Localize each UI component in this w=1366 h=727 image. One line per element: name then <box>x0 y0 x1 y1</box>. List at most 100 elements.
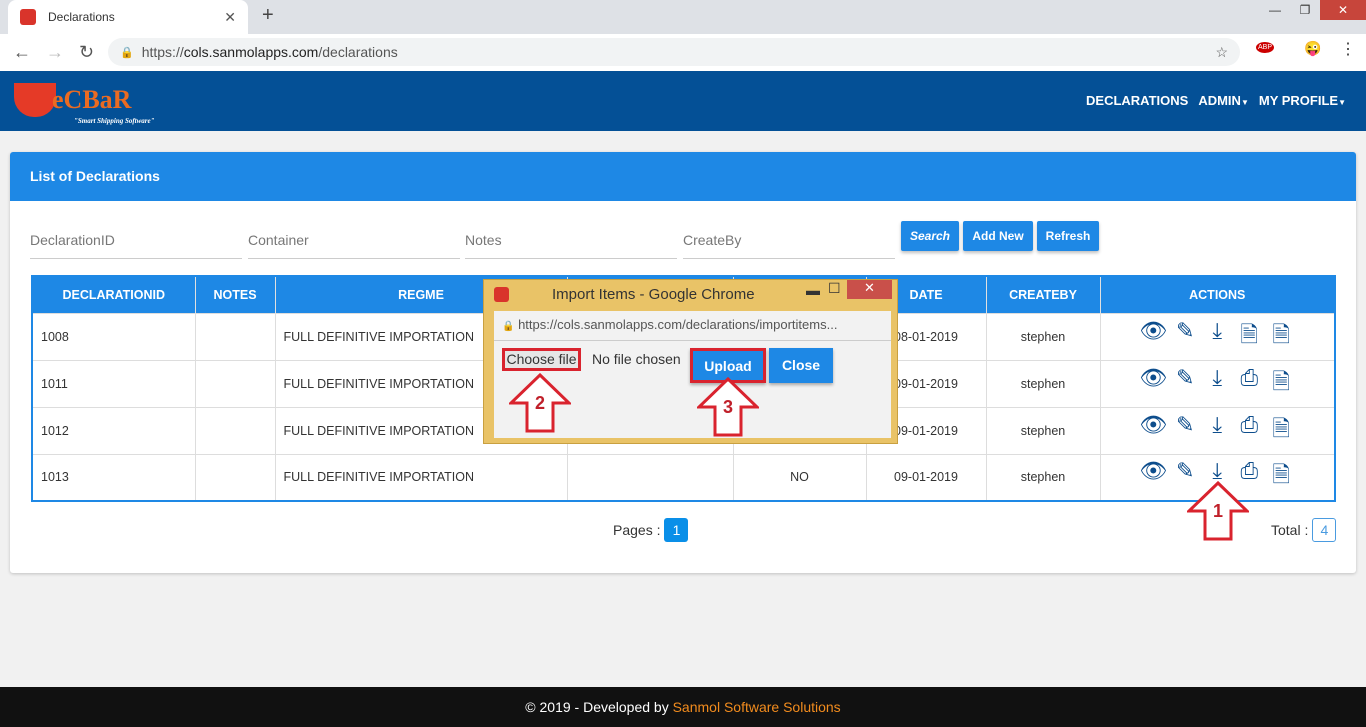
ship-logo-icon <box>14 83 56 117</box>
container-filter[interactable]: Container <box>248 224 460 259</box>
new-tab-icon[interactable]: + <box>262 4 274 27</box>
app-header: eCBaR "Smart Shipping Software" DECLARAT… <box>0 71 1366 131</box>
favicon-icon <box>20 9 36 25</box>
profile-emoji-icon[interactable]: 😜 <box>1304 40 1321 57</box>
excel-icon[interactable]: 🗎 <box>1267 318 1295 356</box>
excel-icon[interactable]: 🗎 <box>1267 365 1295 403</box>
nav-my-profile-label: MY PROFILE <box>1258 93 1339 108</box>
tab-title: Declarations <box>48 10 115 24</box>
close-window-icon[interactable]: ✕ <box>1320 0 1366 20</box>
view-icon[interactable]: 👁 <box>1139 458 1167 496</box>
logo-tagline: "Smart Shipping Software" <box>74 117 155 125</box>
close-window-icon[interactable]: ✕ <box>847 280 892 299</box>
maximize-icon[interactable]: ☐ <box>828 280 841 297</box>
table-cell: 09-01-2019 <box>866 453 987 501</box>
actions-cell: 👁 ✎ ⤓ ⎙ 🗎 <box>1100 406 1336 454</box>
bookmark-star-icon[interactable]: ☆ <box>1215 44 1228 61</box>
footer-company-link[interactable]: Sanmol Software Solutions <box>673 699 841 715</box>
nav-declarations[interactable]: DECLARATIONS <box>1086 93 1188 108</box>
annotation-number: 3 <box>722 397 733 417</box>
declarationid-filter[interactable]: DeclarationID <box>30 224 242 259</box>
search-button[interactable]: Search <box>901 221 959 251</box>
url-scheme: https:// <box>141 44 184 60</box>
table-cell <box>195 453 276 501</box>
dialog-title: Import Items - Google Chrome <box>552 286 755 303</box>
table-cell <box>567 453 734 501</box>
annotation-arrow-2: 2 <box>507 372 573 433</box>
add-new-button[interactable]: Add New <box>963 221 1033 251</box>
notes-filter[interactable]: Notes <box>465 224 677 259</box>
favicon-icon <box>494 287 509 302</box>
edit-icon[interactable]: ✎ <box>1171 412 1199 450</box>
table-cell: 1008 <box>32 312 196 360</box>
ecbar-logo[interactable]: eCBaR "Smart Shipping Software" <box>14 79 189 127</box>
forward-icon[interactable]: → <box>46 42 66 63</box>
nav-my-profile[interactable]: MY PROFILE▼ <box>1259 93 1346 108</box>
download-icon[interactable]: ⤓ <box>1203 318 1231 356</box>
annotation-number: 2 <box>534 393 545 413</box>
annotation-arrow-1: 1 <box>1185 480 1251 541</box>
table-cell: stephen <box>986 312 1101 360</box>
url-path: /declarations <box>318 44 398 60</box>
pages-label: Pages : <box>613 522 661 538</box>
column-header: DECLARATIONID <box>32 276 196 313</box>
page-1-button[interactable]: 1 <box>664 518 689 542</box>
annotation-arrow-3: 3 <box>695 376 761 437</box>
pagination: Pages : 1 <box>613 518 689 542</box>
annotation-number: 1 <box>1212 501 1223 521</box>
nav-admin[interactable]: ADMIN▼ <box>1198 93 1249 108</box>
view-icon[interactable]: 👁 <box>1139 365 1167 403</box>
table-cell <box>195 312 276 360</box>
logo-text: eCBaR <box>52 85 132 114</box>
table-cell: 1012 <box>32 406 196 454</box>
edit-icon[interactable]: ✎ <box>1171 318 1199 356</box>
dialog-url: 🔒 https://cols.sanmolapps.com/declaratio… <box>494 311 891 341</box>
browser-tab-bar: Declarations ✕ + — ❐ ✕ <box>0 0 1366 34</box>
close-button[interactable]: Close <box>769 348 833 383</box>
minimize-icon[interactable]: — <box>1260 0 1290 20</box>
lock-icon: 🔒 <box>502 321 515 332</box>
actions-cell: 👁 ✎ ⤓ ⎙ 🗎 <box>1100 359 1336 407</box>
panel-title: List of Declarations <box>10 152 1356 201</box>
back-icon[interactable]: ← <box>13 42 33 63</box>
edit-icon[interactable]: ✎ <box>1171 365 1199 403</box>
column-header: ACTIONS <box>1100 276 1336 313</box>
url-field[interactable]: 🔒 https://cols.sanmolapps.com/declaratio… <box>108 38 1240 66</box>
choose-file-button[interactable]: Choose file <box>502 348 581 371</box>
print-icon[interactable]: ⎙ <box>1235 365 1263 403</box>
print-icon[interactable]: ⎙ <box>1235 412 1263 450</box>
close-tab-icon[interactable]: ✕ <box>224 9 236 26</box>
download-icon[interactable]: ⤓ <box>1203 412 1231 450</box>
total-value: 4 <box>1312 518 1337 542</box>
address-bar-row: ← → ↻ 🔒 https://cols.sanmolapps.com/decl… <box>0 34 1366 71</box>
refresh-button[interactable]: Refresh <box>1037 221 1099 251</box>
lock-icon: 🔒 <box>120 46 134 59</box>
footer: © 2019 - Developed by Sanmol Software So… <box>0 687 1366 727</box>
url-host: cols.sanmolapps.com <box>183 44 319 60</box>
caret-down-icon: ▼ <box>1338 98 1346 107</box>
actions-cell: 👁 ✎ ⤓ 🗎 🗎 <box>1100 312 1336 360</box>
view-icon[interactable]: 👁 <box>1139 412 1167 450</box>
view-icon[interactable]: 👁 <box>1139 318 1167 356</box>
table-row: 1013 FULL DEFINITIVE IMPORTATION NO 09-01-2… <box>32 453 1336 501</box>
minimize-icon[interactable]: ▬ <box>806 282 820 298</box>
caret-down-icon: ▼ <box>1240 98 1249 107</box>
chrome-menu-icon[interactable]: ⋮ <box>1340 39 1356 59</box>
nav-admin-label: ADMIN <box>1198 93 1241 108</box>
excel-icon[interactable]: 🗎 <box>1267 458 1295 496</box>
maximize-icon[interactable]: ❐ <box>1290 0 1320 20</box>
table-cell: 1011 <box>32 359 196 407</box>
download-icon[interactable]: ⤓ <box>1203 365 1231 403</box>
dialog-url-text: https://cols.sanmolapps.com/declarations… <box>518 317 838 332</box>
browser-tab[interactable]: Declarations ✕ <box>8 0 248 34</box>
excel-icon[interactable]: 🗎 <box>1267 412 1295 450</box>
table-cell: stephen <box>986 406 1101 454</box>
excel-icon[interactable]: 🗎 <box>1235 318 1263 356</box>
createby-filter[interactable]: CreateBy <box>683 224 895 259</box>
reload-icon[interactable]: ↻ <box>79 42 99 63</box>
footer-text: © 2019 - Developed by <box>525 699 673 715</box>
total-count: Total : 4 <box>1271 518 1337 542</box>
table-cell <box>195 359 276 407</box>
adblock-icon[interactable]: ABP <box>1256 42 1275 53</box>
column-header: NOTES <box>195 276 276 313</box>
